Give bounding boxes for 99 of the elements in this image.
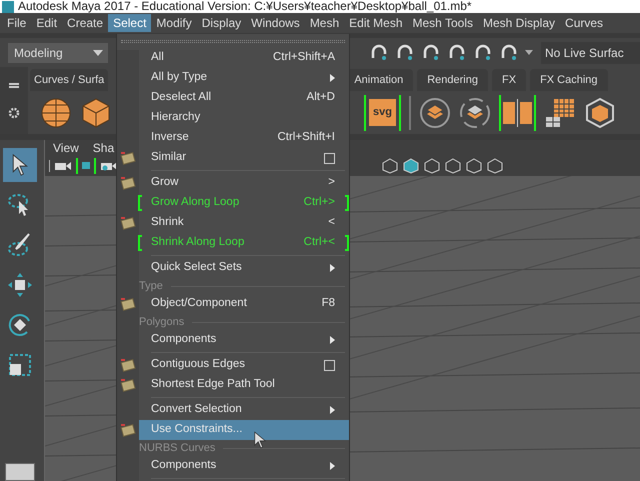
shortcut-label: > (328, 175, 335, 190)
menu-bar-item[interactable]: Edit (31, 14, 62, 32)
settings-icon[interactable] (8, 106, 20, 119)
section-label: NURBS Curves (139, 442, 216, 454)
submenu-arrow-icon (330, 264, 335, 272)
menu-item-icon (120, 423, 136, 437)
marker-bracket (345, 235, 349, 251)
submenu-arrow-icon (330, 74, 335, 82)
window-title: Autodesk Maya 2017 - Educational Version: C:¥Users¥teacher¥Desktop¥ball_01.mb* (18, 0, 472, 14)
menu-item[interactable]: Similar (117, 148, 349, 168)
layers-icon[interactable] (458, 96, 491, 129)
menu-item[interactable]: Components (117, 330, 349, 350)
shading-mode-icon[interactable] (424, 158, 440, 174)
shortcut-label: Alt+D (306, 90, 335, 106)
menu-item-icon (120, 151, 136, 165)
snap-magnet-icon[interactable] (447, 44, 467, 62)
submenu-arrow-icon (330, 406, 335, 414)
shading-mode-icon[interactable] (445, 158, 461, 174)
menu-item[interactable]: All Ctrl+Shift+A (117, 48, 349, 68)
submenu-arrow-icon (330, 336, 335, 344)
camera-icon[interactable] (55, 160, 71, 171)
menu-item[interactable]: Contiguous Edges (117, 355, 349, 375)
section-label: Type (139, 280, 163, 292)
menu-bar-item[interactable]: Mesh Tools (408, 14, 478, 32)
move-tool-icon (7, 272, 33, 298)
shortcut-label: < (328, 215, 335, 230)
menu-item-icon (120, 176, 136, 190)
shelf-tab[interactable]: Rendering (417, 69, 488, 92)
panel-menu[interactable]: Sha (92, 138, 114, 157)
shortcut-label: Ctrl+< (304, 235, 335, 250)
menu-item[interactable]: Quick Select Sets (117, 258, 349, 278)
caret-icon (93, 50, 103, 56)
scale-tool-icon (7, 352, 33, 378)
shortcut-label: F8 (322, 296, 335, 312)
layers-icon[interactable] (418, 96, 451, 129)
caret-icon[interactable] (525, 50, 533, 56)
menu-item-icon (120, 297, 136, 311)
snap-magnet-icon[interactable] (395, 44, 415, 62)
menu-item[interactable]: Shortest Edge Path Tool (117, 375, 349, 395)
app-logo-icon (2, 1, 14, 14)
grid-blocks-icon[interactable] (544, 96, 576, 129)
shading-mode-icon[interactable] (466, 158, 482, 174)
mirror-tool-button[interactable] (498, 94, 536, 131)
panel-menu[interactable]: View (53, 138, 79, 157)
menu-bar-item[interactable]: Edit Mesh (344, 14, 408, 32)
menu-item[interactable]: Hierarchy (117, 108, 349, 128)
menu-item[interactable]: Shrink Along Loop Ctrl+< (117, 233, 349, 253)
marker-bracket (138, 235, 142, 251)
menu-bar-item[interactable]: File (2, 14, 32, 32)
menu-item[interactable]: Grow > (117, 173, 349, 193)
shelf-tab[interactable]: FX Caching (530, 69, 608, 92)
snap-magnet-icon[interactable] (421, 44, 441, 62)
menu-bar-item[interactable]: Mesh (304, 14, 344, 32)
menu-item-icon (120, 378, 136, 392)
shortcut-label: Ctrl+> (304, 195, 335, 210)
live-surface-field[interactable]: No Live Surfac (541, 42, 640, 64)
shading-mode-icon[interactable] (487, 158, 503, 174)
submenu-arrow-icon (330, 462, 335, 470)
menu-item[interactable]: Object/Component F8 (117, 294, 349, 314)
snap-magnet-icon[interactable] (369, 44, 389, 62)
camera-lock-button[interactable] (76, 158, 96, 174)
menu-item[interactable]: Components (117, 456, 349, 476)
shading-mode-icon[interactable] (403, 158, 419, 174)
shelf-tab[interactable]: Curves / Surfa (30, 69, 108, 92)
mouse-cursor-icon (253, 431, 267, 449)
menu-bar-item[interactable]: Select (108, 14, 152, 32)
select-arrow-icon (11, 152, 29, 177)
workspace-dropdown[interactable]: Modeling (8, 42, 108, 63)
option-box[interactable] (324, 152, 335, 164)
sphere-icon[interactable] (40, 96, 72, 129)
section-label: Polygons (139, 316, 184, 328)
menu-bar-item[interactable]: Modify (151, 14, 197, 32)
menu-bar-item[interactable]: Mesh Display (478, 14, 560, 32)
shelf-menu-icon[interactable] (9, 82, 19, 88)
menu-item[interactable]: Grow Along Loop Ctrl+> (117, 193, 349, 213)
menu-bar-item[interactable]: Create (62, 14, 108, 32)
menu-bar-item[interactable]: Curves (560, 14, 608, 32)
option-box[interactable] (324, 360, 335, 370)
menu-bar-item[interactable]: Windows (246, 14, 305, 32)
tool-button[interactable] (3, 148, 37, 182)
cube-icon[interactable] (80, 96, 112, 129)
shelf-tab[interactable]: FX (492, 69, 526, 92)
layout-button[interactable] (5, 462, 35, 481)
shortcut-label: Ctrl+Shift+I (277, 130, 335, 146)
menu-item[interactable]: Shrink < (117, 213, 349, 233)
menu-item[interactable]: Convert Selection (117, 400, 349, 420)
cube-outline-icon[interactable] (584, 96, 616, 129)
menu-item[interactable]: Inverse Ctrl+Shift+I (117, 128, 349, 148)
tear-off-handle[interactable] (121, 40, 345, 42)
menu-item-icon (120, 216, 136, 230)
marker-bracket (138, 195, 142, 211)
shortcut-label: Ctrl+Shift+A (273, 50, 335, 66)
snap-magnet-icon[interactable] (473, 44, 493, 62)
menu-item-icon (120, 358, 136, 372)
snap-magnet-icon[interactable] (499, 44, 519, 62)
marker-bracket (345, 195, 349, 211)
shading-mode-icon[interactable] (382, 158, 398, 174)
camera-icon[interactable] (101, 160, 117, 171)
menu-bar-item[interactable]: Display (196, 14, 246, 32)
